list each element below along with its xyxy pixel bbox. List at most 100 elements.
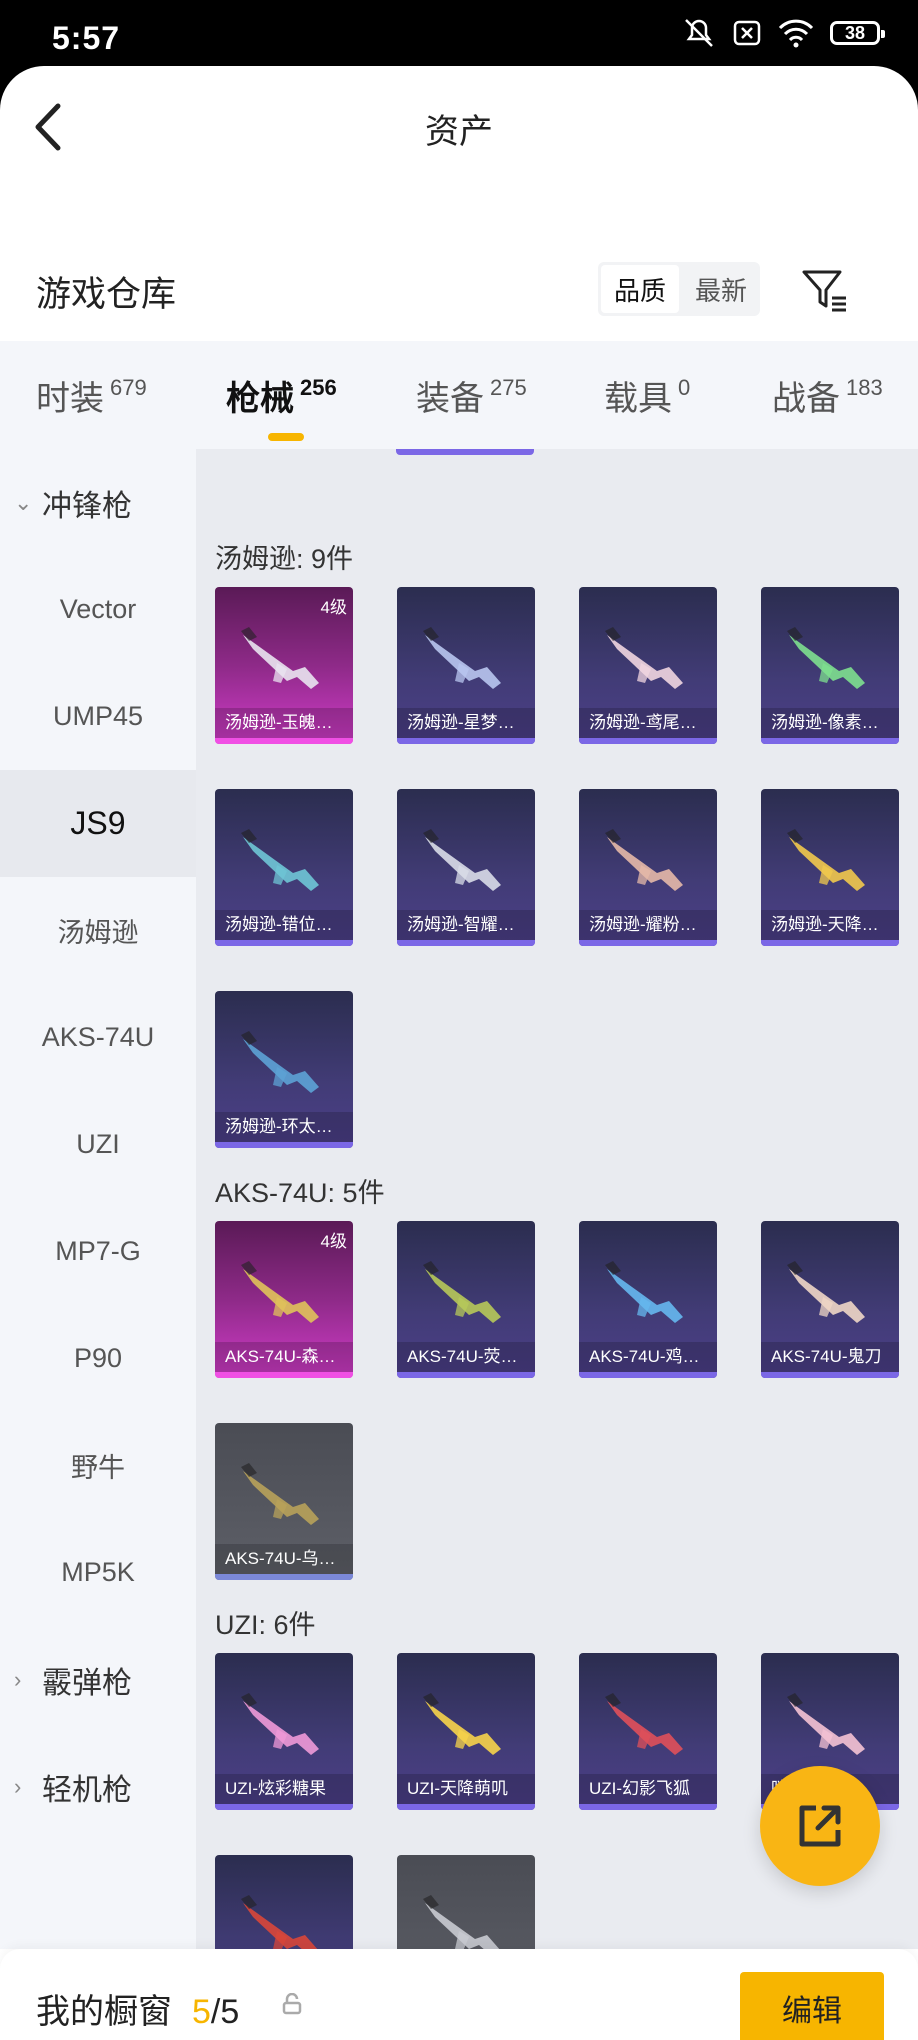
weapon-icon (787, 1693, 865, 1755)
sidebar-item-p90[interactable]: P90 (0, 1305, 196, 1412)
weapon-name: 汤姆逊-天降… (761, 910, 899, 940)
weapon-name: 汤姆逊-玉魄… (215, 708, 353, 738)
share-button[interactable] (760, 1766, 880, 1886)
weapon-name: 汤姆逊-星梦… (397, 708, 535, 738)
weapon-card[interactable]: 4级汤姆逊-玉魄… (215, 587, 353, 744)
weapon-name: AKS-74U-乌… (215, 1544, 353, 1574)
weapon-card[interactable]: 汤姆逊-鸢尾… (579, 587, 717, 744)
level-badge: 4级 (320, 598, 347, 617)
weapon-icon (605, 829, 683, 891)
weapon-icon (241, 829, 319, 891)
lock-icon (282, 1993, 302, 2015)
weapon-grid: 汤姆逊: 9件 AKS-74U: 5件 UZI: 6件 4级 汤姆逊-玉魄… 汤姆逊… (196, 449, 918, 1949)
tab-equipment[interactable]: 装备 275 (416, 371, 527, 420)
sidebar-item-aks74u[interactable]: AKS-74U (0, 984, 196, 1091)
active-tab-indicator (268, 433, 304, 441)
showcase-bar: 我的橱窗 5/5 编辑 (0, 1949, 918, 2040)
weapon-card[interactable]: 汤姆逊-耀粉… (579, 789, 717, 946)
app-screen: 资产 游戏仓库 品质 最新 时装 679 枪械 256 装备 275 载具 0 战备 18… (0, 66, 918, 2040)
weapon-card[interactable]: AKS-74U-鸡… (579, 1221, 717, 1378)
weapon-name: UZI-天降萌叽 (397, 1774, 535, 1804)
mute-icon (685, 19, 713, 47)
external-link-icon (799, 1805, 841, 1847)
tab-guns[interactable]: 枪械 256 (226, 371, 337, 441)
weapon-icon (241, 1895, 318, 1949)
weapon-name: 汤姆逊-错位… (215, 910, 353, 940)
weapon-name: AKS-74U-森… (215, 1342, 353, 1372)
status-time: 5:57 (52, 20, 121, 56)
weapon-card[interactable]: 汤姆逊-天降… (761, 789, 899, 946)
weapon-icon (423, 829, 501, 891)
chevron-down-icon: ⌄ (14, 489, 33, 515)
sidebar-item-uzi[interactable]: UZI (0, 1091, 196, 1198)
weapon-card[interactable]: UZI-天降萌叽 (397, 1653, 535, 1810)
sidebar-item-js9[interactable]: JS9 (0, 770, 196, 877)
sidebar-group-smg[interactable]: ⌄ 冲锋枪 (0, 449, 196, 556)
showcase-label: 我的橱窗 (36, 1993, 172, 2031)
weapon-card[interactable] (397, 1855, 535, 1949)
weapon-name: 汤姆逊-鸢尾… (579, 708, 717, 738)
filter-icon[interactable] (800, 266, 848, 314)
sort-newest-button[interactable]: 最新 (682, 262, 760, 316)
sidebar-group-lmg[interactable]: › 轻机枪 (0, 1733, 196, 1840)
weapon-icon (787, 1261, 865, 1323)
tab-supplies[interactable]: 战备 183 (772, 371, 883, 420)
weapon-icon (787, 627, 865, 689)
weapon-card[interactable]: AKS-74U-荧… (397, 1221, 535, 1378)
sidebar-item-thompson[interactable]: 汤姆逊 (0, 877, 196, 984)
weapon-name: 汤姆逊-环太… (215, 1112, 353, 1142)
weapon-card[interactable]: AKS-74U-鬼刀 (761, 1221, 899, 1378)
no-sim-icon (733, 20, 761, 46)
sidebar-item-bizon[interactable]: 野牛 (0, 1412, 196, 1519)
weapon-card[interactable]: 汤姆逊-像素… (761, 587, 899, 744)
weapon-card[interactable]: 汤姆逊-错位… (215, 789, 353, 946)
showcase-total: /5 (210, 1993, 240, 2031)
weapon-icon (605, 1261, 683, 1323)
sort-quality-button[interactable]: 品质 (601, 265, 679, 313)
weapon-card[interactable]: 汤姆逊-环太… (215, 991, 353, 1148)
tab-fashion[interactable]: 时装 679 (36, 371, 147, 420)
weapon-name: AKS-74U-荧… (397, 1342, 535, 1372)
weapon-card[interactable]: 汤姆逊-智耀… (397, 789, 535, 946)
weapon-icon (423, 1693, 501, 1755)
weapon-card[interactable]: 4级 AKS-74U-森… (215, 1221, 353, 1378)
chevron-right-icon: › (14, 1666, 22, 1692)
weapon-icon (241, 1463, 319, 1525)
sort-toggle: 品质 最新 (598, 262, 760, 316)
sidebar-item-vector[interactable]: Vector (0, 556, 196, 663)
weapon-icon (241, 1031, 319, 1093)
section-title-thompson: 汤姆逊: 9件 (215, 544, 354, 574)
category-tabs: 时装 679 枪械 256 装备 275 载具 0 战备 183 (0, 341, 918, 449)
weapon-icon (787, 829, 865, 891)
weapon-card[interactable] (215, 1855, 353, 1949)
section-title-aks74u: AKS-74U: 5件 (215, 1178, 385, 1208)
sidebar-item-mp7g[interactable]: MP7-G (0, 1198, 196, 1305)
warehouse-title: 游戏仓库 (36, 275, 177, 314)
weapon-card[interactable]: UZI-炫彩糖果 (215, 1653, 353, 1810)
sidebar-item-ump45[interactable]: UMP45 (0, 663, 196, 770)
weapon-icon (605, 1693, 683, 1755)
weapon-name: 汤姆逊-耀粉… (579, 910, 717, 940)
showcase-count: 5 (192, 1993, 211, 2031)
status-bar: 5:57 38 (0, 0, 918, 66)
battery-icon: 38 (830, 21, 885, 45)
section-title-uzi: UZI: 6件 (215, 1610, 316, 1640)
tab-vehicles[interactable]: 载具 0 (604, 371, 690, 420)
previous-card-edge (396, 449, 534, 455)
sidebar-group-shotgun[interactable]: › 霰弹枪 (0, 1626, 196, 1733)
weapon-card[interactable]: AKS-74U-乌… (215, 1423, 353, 1580)
weapon-icon (423, 627, 501, 689)
chevron-right-icon: › (14, 1773, 22, 1799)
weapon-name: AKS-74U-鸡… (579, 1342, 717, 1372)
sidebar-item-mp5k[interactable]: MP5K (0, 1519, 196, 1626)
weapon-name: 汤姆逊-智耀… (397, 910, 535, 940)
weapon-card[interactable]: UZI-幻影飞狐 (579, 1653, 717, 1810)
weapon-icon (605, 627, 683, 689)
weapon-icon (423, 1895, 500, 1949)
edit-button[interactable]: 编辑 (740, 1972, 884, 2040)
weapon-icon (241, 1261, 319, 1323)
weapon-sidebar: ⌄ 冲锋枪 Vector UMP45 JS9 汤姆逊 AKS-74U UZI MP… (0, 449, 196, 1949)
weapon-name: AKS-74U-鬼刀 (761, 1342, 899, 1372)
weapon-card[interactable]: 汤姆逊-星梦… (397, 587, 535, 744)
page-title: 资产 (425, 113, 493, 151)
